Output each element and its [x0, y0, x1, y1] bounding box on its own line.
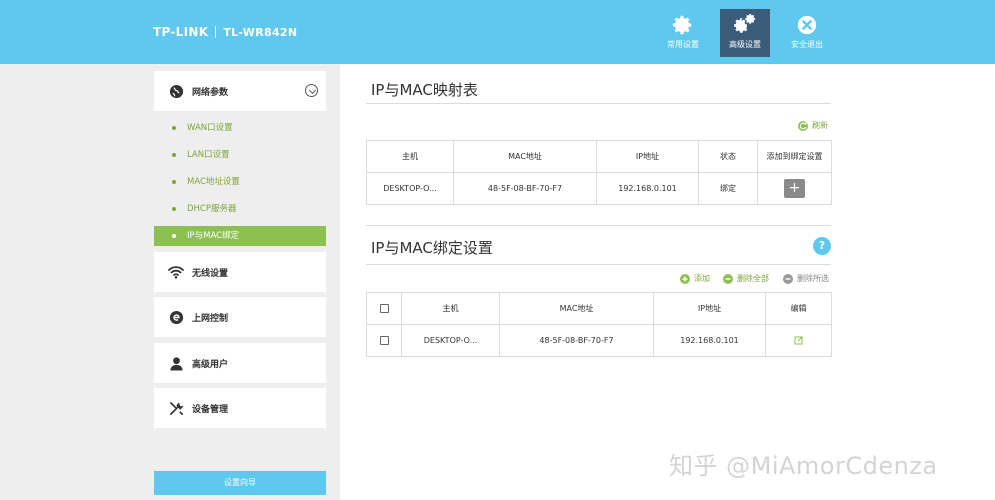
status-cell: 绑定	[698, 172, 758, 205]
nav-common-settings-label: 常用设置	[667, 40, 699, 49]
sidebar-sub-dhcp[interactable]: DHCP服务器	[154, 199, 326, 219]
mapping-section-title: IP与MAC映射表	[371, 81, 478, 99]
minus-circle-icon	[783, 273, 793, 284]
binding-section-title: IP与MAC绑定设置	[371, 239, 493, 257]
refresh-button[interactable]: 刷新	[798, 120, 828, 131]
ip-cell: 192.168.0.101	[596, 172, 699, 205]
internet-e-icon	[168, 309, 184, 325]
close-circle-icon	[797, 15, 817, 35]
sidebar-item-internet-control-label: 上网控制	[192, 313, 229, 324]
mac-cell: 48-5F-08-BF-70-F7	[499, 324, 654, 357]
brand-logo: TP-LINK TL-WR842N	[153, 25, 297, 39]
user-icon	[168, 355, 184, 371]
column-header: 编辑	[765, 292, 832, 325]
sidebar-item-network-label: 网络参数	[192, 87, 229, 98]
section-divider	[366, 264, 831, 265]
mapping-table-header: 主机 MAC地址 IP地址 状态 添加到绑定设置	[366, 140, 832, 173]
sidebar-item-network[interactable]: 网络参数	[154, 71, 326, 111]
watermark: 知乎 @MiAmorCdenza	[669, 452, 938, 480]
select-cell	[366, 324, 402, 357]
column-header: MAC地址	[499, 292, 654, 325]
globe-icon	[168, 83, 184, 99]
host-cell: DESKTOP-O...	[401, 324, 500, 357]
column-header: 添加到绑定设置	[757, 140, 832, 173]
delete-all-label: 删除全部	[737, 274, 769, 283]
delete-selected-button[interactable]: 删除所选	[783, 273, 829, 284]
column-header: IP地址	[653, 292, 766, 325]
host-cell: DESKTOP-O...	[366, 172, 454, 205]
plus-circle-icon	[680, 273, 690, 284]
binding-table-header: 主机 MAC地址 IP地址 编辑	[366, 292, 832, 325]
ip-cell: 192.168.0.101	[653, 324, 766, 357]
nav-advanced-settings-label: 高级设置	[729, 40, 761, 49]
sidebar-sub-wan[interactable]: WAN口设置	[154, 118, 326, 138]
top-header: TP-LINK TL-WR842N 常用设置 高级设置 安全退出	[0, 0, 995, 64]
delete-all-button[interactable]: 删除全部	[723, 273, 769, 284]
section-divider	[366, 103, 831, 104]
sidebar-item-wireless-label: 无线设置	[192, 268, 229, 279]
column-header: IP地址	[596, 140, 699, 173]
delete-selected-label: 删除所选	[797, 274, 829, 283]
sidebar-item-wireless[interactable]: 无线设置	[154, 252, 326, 292]
sidebar-item-device-management[interactable]: 设备管理	[154, 388, 326, 428]
nav-common-settings[interactable]: 常用设置	[658, 9, 708, 57]
edit-icon	[794, 335, 803, 344]
section-divider	[366, 225, 831, 226]
nav-advanced-settings[interactable]: 高级设置	[720, 9, 770, 57]
sidebar-sub-lan[interactable]: LAN口设置	[154, 145, 326, 165]
table-row: DESKTOP-O... 48-5F-08-BF-70-F7 192.168.0…	[366, 172, 832, 205]
binding-table: 主机 MAC地址 IP地址 编辑 DESKTOP-O... 48-5F-08-B…	[366, 292, 832, 357]
setup-wizard-button[interactable]: 设置向导	[154, 471, 326, 495]
brand-separator	[215, 26, 217, 38]
router-model: TL-WR842N	[223, 25, 298, 39]
edit-cell	[765, 324, 832, 357]
add-to-binding-button[interactable]: +	[784, 179, 805, 198]
sidebar-item-device-management-label: 设备管理	[192, 404, 229, 415]
column-header: 主机	[401, 292, 500, 325]
column-header: 状态	[698, 140, 758, 173]
select-all-cell	[366, 292, 402, 325]
wifi-icon	[168, 264, 184, 280]
minus-circle-icon	[723, 273, 733, 284]
sidebar-item-internet-control[interactable]: 上网控制	[154, 297, 326, 337]
gears-icon	[734, 14, 756, 33]
add-binding-button[interactable]: 添加	[680, 273, 710, 284]
sidebar-sub-ip-mac-binding[interactable]: IP与MAC绑定	[154, 226, 326, 246]
refresh-label: 刷新	[812, 121, 828, 130]
refresh-icon	[798, 120, 808, 131]
sidebar-sub-mac[interactable]: MAC地址设置	[154, 172, 326, 192]
add-cell: +	[757, 172, 832, 205]
select-all-checkbox[interactable]	[379, 304, 389, 313]
tools-icon	[168, 400, 184, 416]
table-row: DESKTOP-O... 48-5F-08-BF-70-F7 192.168.0…	[366, 324, 832, 357]
column-header: MAC地址	[453, 140, 597, 173]
chevron-down-icon[interactable]	[305, 84, 318, 97]
mac-cell: 48-5F-08-BF-70-F7	[453, 172, 597, 205]
nav-logout[interactable]: 安全退出	[782, 9, 832, 57]
add-label: 添加	[694, 274, 710, 283]
row-checkbox[interactable]	[379, 336, 389, 345]
sidebar-item-advanced-user-label: 高级用户	[192, 359, 229, 370]
mapping-table: 主机 MAC地址 IP地址 状态 添加到绑定设置 DESKTOP-O... 48…	[366, 140, 832, 205]
sidebar-item-advanced-user[interactable]: 高级用户	[154, 343, 326, 383]
edit-button[interactable]	[794, 335, 804, 347]
help-icon[interactable]: ?	[813, 237, 831, 255]
nav-logout-label: 安全退出	[791, 40, 823, 49]
gear-icon	[672, 15, 692, 35]
column-header: 主机	[366, 140, 454, 173]
brand-name: TP-LINK	[153, 25, 209, 39]
